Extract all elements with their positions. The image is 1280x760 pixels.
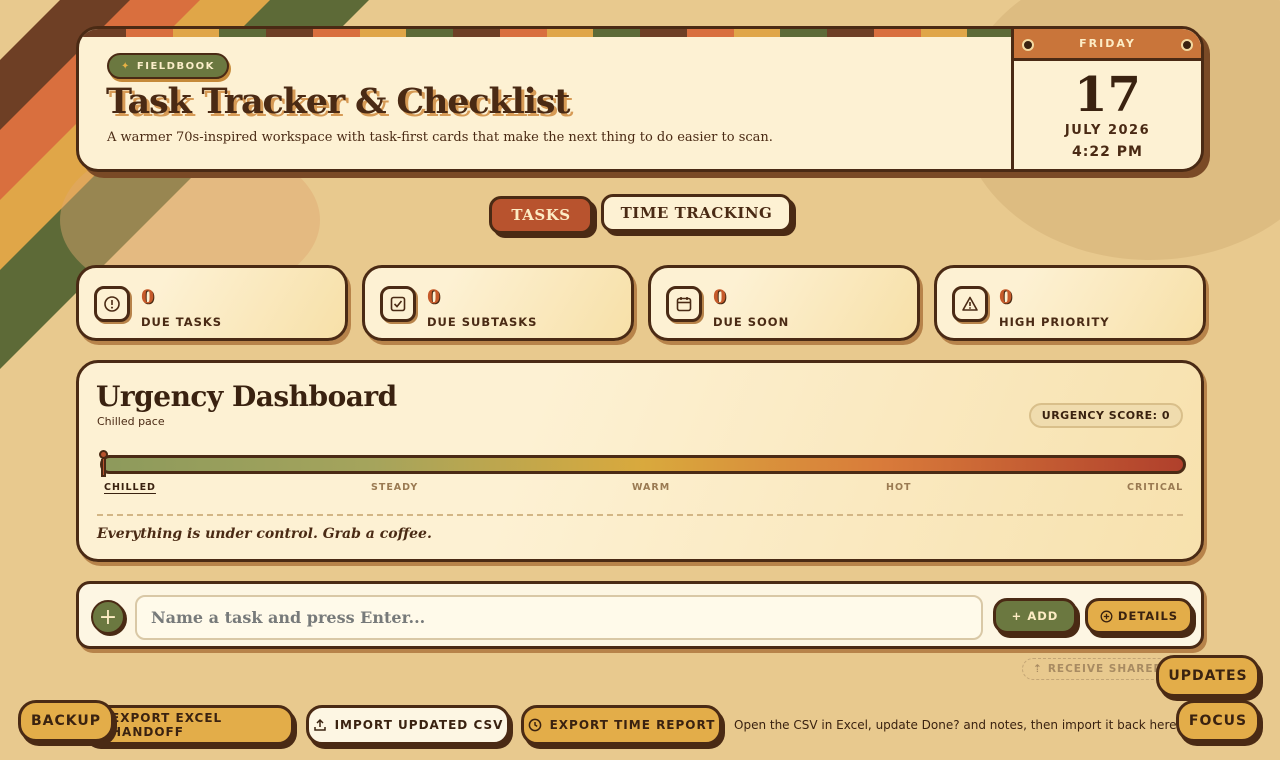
badge-label: FIELDBOOK (136, 60, 215, 72)
sparkle-icon: ✦ (121, 60, 131, 72)
plus-icon: + (1011, 609, 1023, 623)
fieldbook-badge: ✦ FIELDBOOK (107, 53, 229, 79)
backup-button[interactable]: BACKUP (18, 700, 114, 742)
import-csv-label: IMPORT UPDATED CSV (334, 718, 504, 732)
checkbox-icon (380, 286, 416, 322)
export-time-report-button[interactable]: EXPORT TIME REPORT (521, 705, 722, 745)
header-card: ✦ FIELDBOOK Task Tracker & Checklist A w… (76, 26, 1204, 172)
clock-icon (528, 718, 542, 732)
export-time-label: EXPORT TIME REPORT (549, 718, 716, 732)
stat-label: DUE SOON (713, 315, 790, 329)
stat-value: 0 (141, 286, 155, 308)
task-entry-bar: + + ADD DETAILS (76, 581, 1204, 649)
calendar-day: 17 (1074, 67, 1141, 123)
tab-tasks[interactable]: TASKS (489, 196, 593, 234)
stat-label: DUE TASKS (141, 315, 223, 329)
urgency-level-hot: HOT (886, 482, 912, 493)
urgency-dashboard: Urgency Dashboard Chilled pace URGENCY S… (76, 360, 1204, 562)
stat-card-due-soon[interactable]: 0 DUE SOON (648, 265, 920, 341)
urgency-level-critical: CRITICAL (1127, 482, 1184, 493)
dashboard-title: Urgency Dashboard (96, 380, 397, 413)
details-button-label: DETAILS (1117, 609, 1179, 623)
upload-arrow-icon: ⇡ (1033, 663, 1043, 675)
stat-label: DUE SUBTASKS (427, 315, 538, 329)
calendar-header: FRIDAY (1014, 29, 1201, 61)
task-name-input[interactable] (135, 595, 983, 640)
calendar-icon (666, 286, 702, 322)
dashboard-status: Chilled pace (97, 415, 165, 428)
csv-hint-text: Open the CSV in Excel, update Done? and … (734, 718, 1181, 732)
add-button-label: ADD (1027, 609, 1059, 623)
urgency-level-steady: STEADY (371, 482, 419, 493)
urgency-level-chilled: CHILLED (104, 482, 156, 493)
calendar-month-year: JULY 2026 (1064, 123, 1151, 138)
details-button[interactable]: DETAILS (1085, 598, 1193, 634)
urgency-meter (100, 455, 1186, 474)
receive-shared-button[interactable]: ⇡ RECEIVE SHARED (1022, 658, 1172, 680)
stat-value: 0 (427, 286, 441, 308)
tab-time-tracking[interactable]: TIME TRACKING (601, 194, 792, 232)
plus-icon[interactable]: + (91, 600, 125, 634)
urgency-level-warm: WARM (632, 482, 671, 493)
calendar-weekday: FRIDAY (1079, 37, 1136, 50)
plus-circle-icon (1100, 610, 1113, 623)
page-title: Task Tracker & Checklist (106, 81, 570, 122)
calendar-ring-icon (1022, 39, 1034, 51)
import-csv-button[interactable]: IMPORT UPDATED CSV (306, 705, 510, 745)
upload-icon (313, 718, 327, 732)
warning-triangle-icon (952, 286, 988, 322)
stat-card-due-subtasks[interactable]: 0 DUE SUBTASKS (362, 265, 634, 341)
calendar-time: 4:22 PM (1072, 144, 1143, 160)
stat-value: 0 (713, 286, 727, 308)
alert-circle-icon (94, 286, 130, 322)
urgency-score-badge: URGENCY SCORE: 0 (1028, 403, 1183, 428)
urgency-message: Everything is under control. Grab a coff… (97, 526, 432, 542)
divider (97, 514, 1183, 516)
urgency-meter-pin (99, 450, 108, 478)
calendar-widget: FRIDAY 17 JULY 2026 4:22 PM (1011, 29, 1201, 169)
stat-value: 0 (999, 286, 1013, 308)
receive-shared-label: RECEIVE SHARED (1047, 663, 1164, 675)
stat-card-due-tasks[interactable]: 0 DUE TASKS (76, 265, 348, 341)
updates-button[interactable]: UPDATES (1156, 655, 1260, 697)
stat-label: HIGH PRIORITY (999, 315, 1110, 329)
calendar-ring-icon (1181, 39, 1193, 51)
focus-button[interactable]: FOCUS (1176, 700, 1260, 742)
stat-card-high-priority[interactable]: 0 HIGH PRIORITY (934, 265, 1206, 341)
page-subtitle: A warmer 70s-inspired workspace with tas… (107, 130, 773, 145)
add-task-button[interactable]: + ADD (993, 598, 1077, 634)
